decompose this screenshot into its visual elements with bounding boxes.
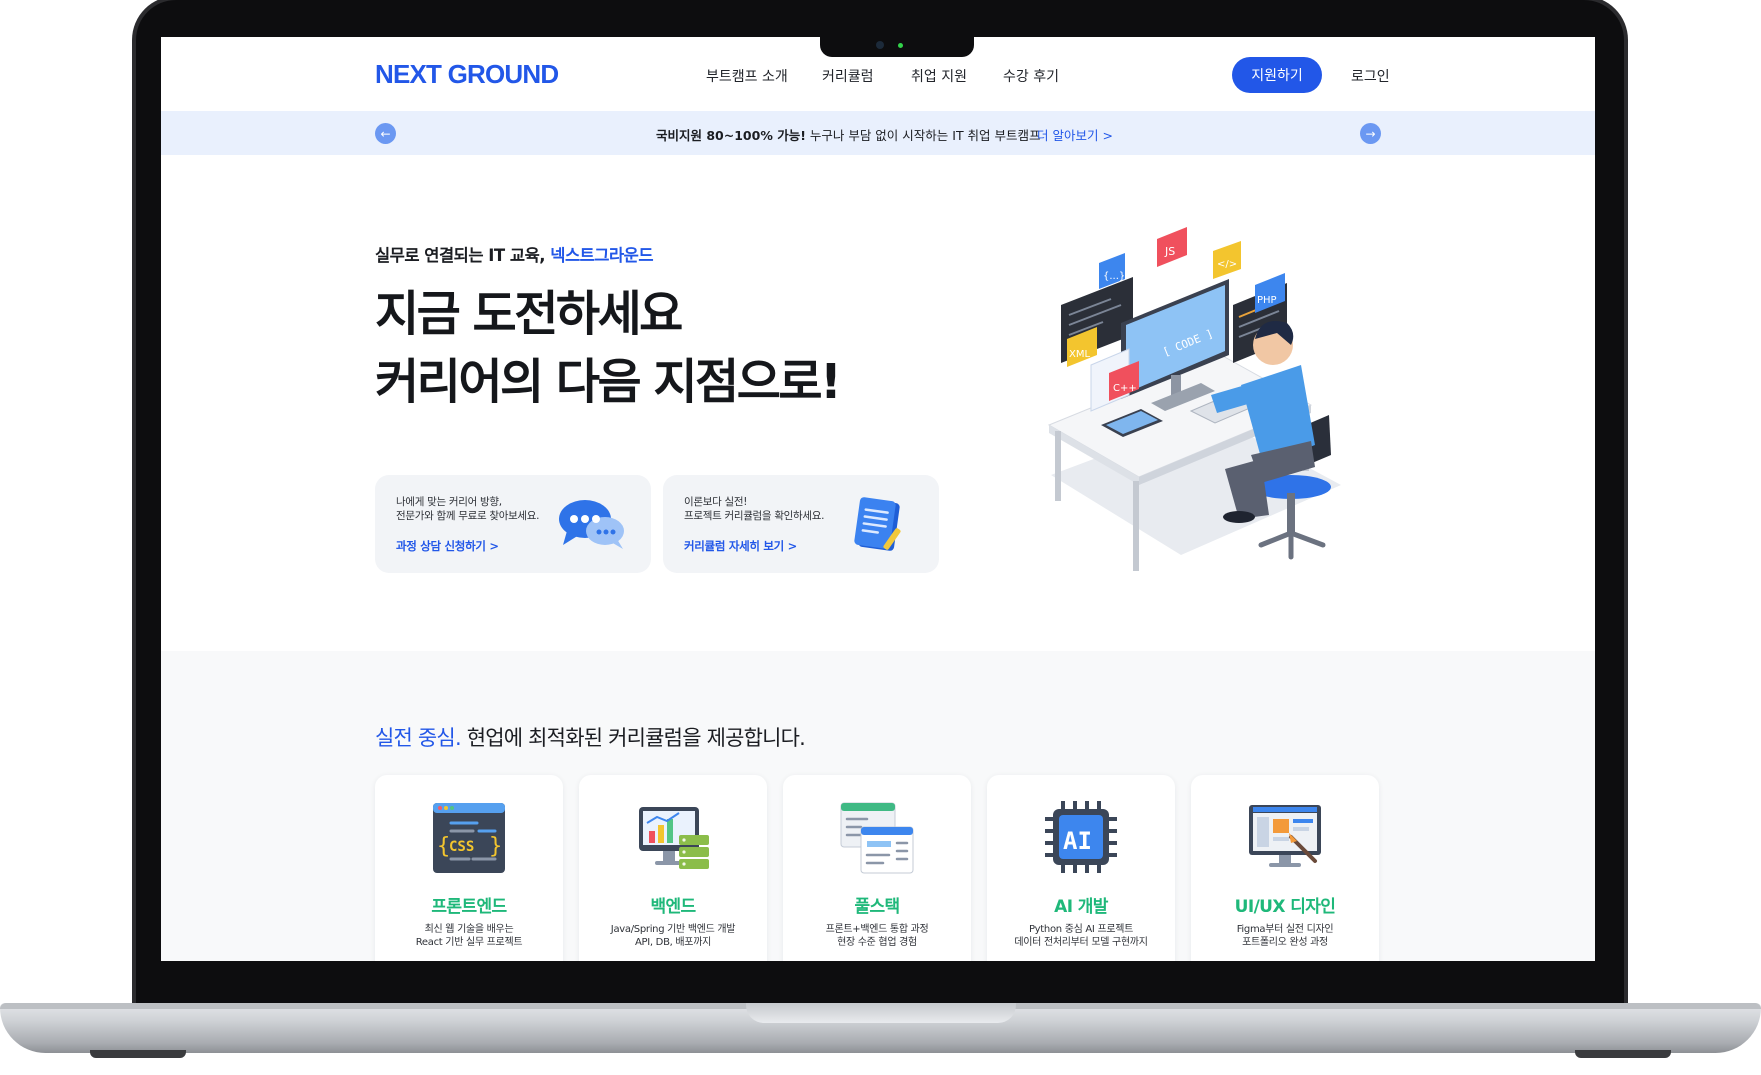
laptop-foot-right bbox=[1575, 1050, 1671, 1058]
course-card-frontend[interactable]: CSS { } 프론트엔드 최신 웹 기술을 배우는 React 기반 실무 프… bbox=[375, 775, 563, 961]
consult-card[interactable]: 나에게 맞는 커리어 방향, 전문가와 함께 무료로 찾아보세요. 과정 상담 … bbox=[375, 475, 651, 573]
laptop-foot-left bbox=[90, 1050, 186, 1058]
course-card-backend[interactable]: 백엔드 Java/Spring 기반 백엔드 개발 API, DB, 배포까지 bbox=[579, 775, 767, 961]
browser-windows-icon bbox=[840, 802, 914, 874]
arrow-right-icon[interactable]: → bbox=[1360, 123, 1381, 144]
course-card-uiux[interactable]: UI/UX 디자인 Figma부터 실전 디자인 포트폴리오 완성 과정 bbox=[1191, 775, 1379, 961]
banner-more-link[interactable]: 더 알아보기 > bbox=[1037, 125, 1113, 144]
curriculum-card-desc: 이론보다 실전! 프로젝트 커리큘럼을 확인하세요. bbox=[684, 495, 824, 523]
tag-badge-icon: </> bbox=[1217, 259, 1237, 270]
curriculum-card[interactable]: 이론보다 실전! 프로젝트 커리큘럼을 확인하세요. 커리큘럼 자세히 보기 > bbox=[663, 475, 939, 573]
chat-bubble-icon bbox=[559, 500, 624, 549]
hero-title-line2: 커리어의 다음 지점으로! bbox=[375, 354, 842, 410]
css-label: CSS bbox=[449, 839, 474, 855]
consult-card-desc-line2: 전문가와 함께 무료로 찾아보세요. bbox=[396, 510, 540, 522]
course-name: 프론트엔드 bbox=[431, 897, 507, 917]
course-desc: Python 중심 AI 프로젝트 데이터 전처리부터 모델 구현까지 bbox=[987, 923, 1175, 949]
course-desc-line1: 최신 웹 기술을 배우는 bbox=[424, 924, 514, 935]
arrow-left-icon[interactable]: ← bbox=[375, 123, 396, 144]
website-screen: NEXT GROUND 부트캠프 소개 커리큘럼 취업 지원 수강 후기 지원하… bbox=[161, 37, 1595, 961]
ai-chip-icon: AI bbox=[1045, 801, 1117, 873]
course-desc-line2: 포트폴리오 완성 과정 bbox=[1242, 937, 1328, 948]
nav-item-career-support[interactable]: 취업 지원 bbox=[911, 66, 967, 86]
logo[interactable]: NEXT GROUND bbox=[375, 59, 559, 90]
screen-bezel-bottom bbox=[143, 961, 1617, 1005]
nav-item-curriculum[interactable]: 커리큘럼 bbox=[822, 66, 874, 86]
course-card-ai[interactable]: AI AI 개발 Python 중심 AI 프로젝트 데이터 전처리부터 모델 … bbox=[987, 775, 1175, 961]
promo-banner: ← 국비지원 80~100% 가능! 누구나 부담 없이 시작하는 IT 취업 … bbox=[161, 111, 1595, 155]
css-code-window-icon: CSS { } bbox=[433, 803, 505, 873]
course-name: AI 개발 bbox=[1054, 897, 1108, 917]
course-card-fullstack[interactable]: 풀스택 프론트+백엔드 통합 과정 현장 수준 협업 경험 bbox=[783, 775, 971, 961]
curriculum-card-desc-line1: 이론보다 실전! bbox=[684, 496, 748, 508]
curriculum-card-desc-line2: 프로젝트 커리큘럼을 확인하세요. bbox=[684, 510, 825, 522]
course-desc-line2: API, DB, 배포까지 bbox=[635, 937, 711, 948]
course-name: 백엔드 bbox=[650, 897, 696, 917]
course-desc-line2: 데이터 전처리부터 모델 구현까지 bbox=[1014, 937, 1148, 948]
apply-button[interactable]: 지원하기 bbox=[1232, 57, 1322, 93]
banner-bold-text: 국비지원 80~100% 가능! bbox=[656, 128, 806, 143]
camera-led-icon bbox=[898, 43, 903, 48]
laptop-opening-groove bbox=[746, 1003, 1016, 1023]
banner-text: 국비지원 80~100% 가능! 누구나 부담 없이 시작하는 IT 취업 부트… bbox=[656, 125, 1041, 144]
login-link[interactable]: 로그인 bbox=[1351, 66, 1390, 86]
course-name: UI/UX 디자인 bbox=[1234, 897, 1336, 917]
curriculum-title-text: 현업에 최적화된 커리큘럼을 제공합니다. bbox=[460, 726, 806, 750]
course-desc: 최신 웹 기술을 배우는 React 기반 실무 프로젝트 bbox=[375, 923, 563, 949]
course-desc-line1: 프론트+백엔드 통합 과정 bbox=[825, 924, 929, 935]
svg-text:}: } bbox=[489, 834, 502, 859]
course-name: 풀스택 bbox=[854, 897, 900, 917]
hero-subtitle-brand: 넥스트그라운드 bbox=[550, 246, 654, 265]
curriculum-title-accent: 실전 중심. bbox=[375, 726, 462, 750]
hero-subtitle-text: 실무로 연결되는 IT 교육, bbox=[375, 246, 546, 265]
course-desc-line2: 현장 수준 협업 경험 bbox=[837, 937, 917, 948]
design-monitor-icon bbox=[1249, 805, 1321, 867]
developer-illustration: [ CODE ] {...} JS </> PHP XML C++ bbox=[1047, 227, 1341, 571]
curriculum-detail-link[interactable]: 커리큘럼 자세히 보기 > bbox=[684, 538, 797, 554]
php-badge-icon: PHP bbox=[1257, 295, 1277, 306]
camera-notch bbox=[820, 33, 974, 57]
course-desc-line2: React 기반 실무 프로젝트 bbox=[415, 937, 523, 948]
consult-request-link[interactable]: 과정 상담 신청하기 > bbox=[396, 538, 499, 554]
course-desc-line1: Figma부터 실전 디자인 bbox=[1236, 924, 1334, 935]
server-monitor-icon bbox=[639, 807, 709, 869]
banner-body-text: 누구나 부담 없이 시작하는 IT 취업 부트캠프 bbox=[805, 128, 1041, 143]
nav-item-bootcamp[interactable]: 부트캠프 소개 bbox=[706, 66, 788, 86]
braces-badge-icon: {...} bbox=[1103, 271, 1125, 282]
course-desc-line1: Java/Spring 기반 백엔드 개발 bbox=[610, 924, 736, 935]
hero-subtitle: 실무로 연결되는 IT 교육, 넥스트그라운드 bbox=[375, 242, 654, 266]
xml-badge-icon: XML bbox=[1069, 349, 1090, 360]
hero-title: 지금 도전하세요 커리어의 다음 지점으로! bbox=[375, 280, 842, 416]
ai-chip-label: AI bbox=[1063, 827, 1092, 855]
document-icon bbox=[854, 497, 901, 551]
js-badge-icon: JS bbox=[1164, 245, 1175, 258]
curriculum-section: 실전 중심. 현업에 최적화된 커리큘럼을 제공합니다. CSS { } 프론트… bbox=[161, 651, 1595, 961]
camera-icon bbox=[876, 41, 884, 49]
course-desc: 프론트+백엔드 통합 과정 현장 수준 협업 경험 bbox=[783, 923, 971, 949]
cpp-badge-icon: C++ bbox=[1113, 383, 1137, 394]
svg-text:{: { bbox=[437, 834, 450, 859]
consult-card-desc: 나에게 맞는 커리어 방향, 전문가와 함께 무료로 찾아보세요. bbox=[396, 495, 540, 523]
course-desc: Java/Spring 기반 백엔드 개발 API, DB, 배포까지 bbox=[579, 923, 767, 949]
nav-item-reviews[interactable]: 수강 후기 bbox=[1003, 66, 1059, 86]
course-desc-line1: Python 중심 AI 프로젝트 bbox=[1028, 924, 1134, 935]
curriculum-title: 실전 중심. 현업에 최적화된 커리큘럼을 제공합니다. bbox=[375, 722, 806, 752]
consult-card-desc-line1: 나에게 맞는 커리어 방향, bbox=[396, 496, 502, 508]
course-desc: Figma부터 실전 디자인 포트폴리오 완성 과정 bbox=[1191, 923, 1379, 949]
hero-title-line1: 지금 도전하세요 bbox=[375, 286, 683, 342]
